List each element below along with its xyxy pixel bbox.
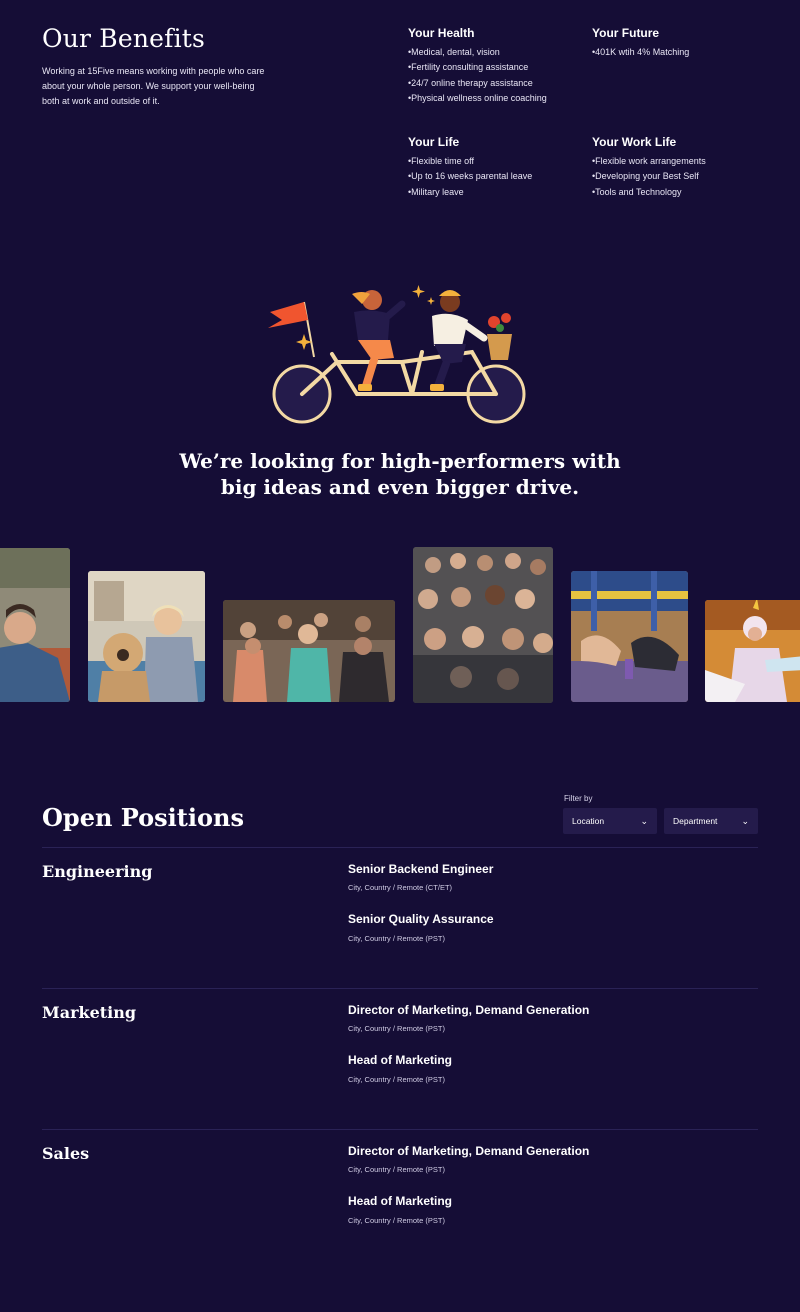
benefit-item: Developing your Best Self xyxy=(592,169,772,184)
photo-team-group-portrait xyxy=(413,547,553,703)
benefit-group-life: Your Life Flexible time off Up to 16 wee… xyxy=(408,135,588,200)
job-location: City, Country / Remote (PST) xyxy=(348,1024,445,1033)
job-link[interactable]: Senior Quality Assurance xyxy=(348,912,494,926)
photo-woman-with-dog-outdoors xyxy=(0,548,70,702)
benefit-group-work-life: Your Work Life Flexible work arrangement… xyxy=(592,135,772,200)
chevron-down-icon: ⌄ xyxy=(640,815,648,826)
benefits-intro: Working at 15Five means working with peo… xyxy=(42,66,265,106)
department-name-sales: Sales xyxy=(42,1144,90,1163)
job-location: City, Country / Remote (PST) xyxy=(348,1216,445,1225)
department-name-engineering: Engineering xyxy=(42,862,153,881)
job-link[interactable]: Head of Marketing xyxy=(348,1053,452,1067)
benefit-group-future: Your Future 401K wtih 4% Matching xyxy=(592,26,772,60)
benefit-group-health: Your Health Medical, dental, vision Fert… xyxy=(408,26,588,106)
hiring-tagline: We’re looking for high-performers with b… xyxy=(100,448,700,500)
photo-woman-with-goldendoodle xyxy=(88,571,205,702)
job-location: City, Country / Remote (PST) xyxy=(348,934,445,943)
benefit-item: Physical wellness online coaching xyxy=(408,91,588,106)
benefits-title: Our Benefits xyxy=(42,24,206,53)
filter-by-label: Filter by xyxy=(564,794,593,803)
tandem-bicycle-illustration xyxy=(262,282,532,427)
benefit-item: Up to 16 weeks parental leave xyxy=(408,169,588,184)
section-divider xyxy=(42,988,758,989)
benefit-item: Flexible work arrangements xyxy=(592,154,772,169)
location-filter-select[interactable]: Location ⌄ xyxy=(563,808,657,834)
benefit-item: 24/7 online therapy assistance xyxy=(408,76,588,91)
benefit-group-title: Your Work Life xyxy=(592,135,677,149)
chevron-down-icon: ⌄ xyxy=(741,815,749,826)
benefit-group-title: Your Future xyxy=(592,26,660,40)
job-link[interactable]: Director of Marketing, Demand Generation xyxy=(348,1144,589,1158)
open-positions-title: Open Positions xyxy=(42,803,244,832)
benefit-item: Tools and Technology xyxy=(592,185,772,200)
tagline-line-1: We’re looking for high-performers with xyxy=(179,449,621,473)
department-filter-label: Department xyxy=(673,816,718,826)
tagline-line-2: big ideas and even bigger drive. xyxy=(220,475,580,499)
section-divider xyxy=(42,1129,758,1130)
benefit-group-title: Your Life xyxy=(408,135,460,149)
benefit-item: Fertility consulting assistance xyxy=(408,60,588,75)
photo-group-meditation-session xyxy=(223,600,395,702)
job-location: City, Country / Remote (PST) xyxy=(348,1075,445,1084)
section-divider xyxy=(42,847,758,848)
department-filter-select[interactable]: Department ⌄ xyxy=(664,808,758,834)
department-name-marketing: Marketing xyxy=(42,1003,137,1022)
job-location: City, Country / Remote (PST) xyxy=(348,1165,445,1174)
benefit-item: Medical, dental, vision xyxy=(408,45,588,60)
benefit-item: 401K wtih 4% Matching xyxy=(592,45,772,60)
photo-person-in-unicorn-costume xyxy=(705,600,800,702)
job-link[interactable]: Director of Marketing, Demand Generation xyxy=(348,1003,589,1017)
job-link[interactable]: Head of Marketing xyxy=(348,1194,452,1208)
location-filter-label: Location xyxy=(572,816,605,826)
photo-yoga-class xyxy=(571,571,688,702)
job-location: City, Country / Remote (CT/ET) xyxy=(348,883,453,892)
benefit-item: Flexible time off xyxy=(408,154,588,169)
benefit-group-title: Your Health xyxy=(408,26,475,40)
job-link[interactable]: Senior Backend Engineer xyxy=(348,862,493,876)
benefit-item: Military leave xyxy=(408,185,588,200)
